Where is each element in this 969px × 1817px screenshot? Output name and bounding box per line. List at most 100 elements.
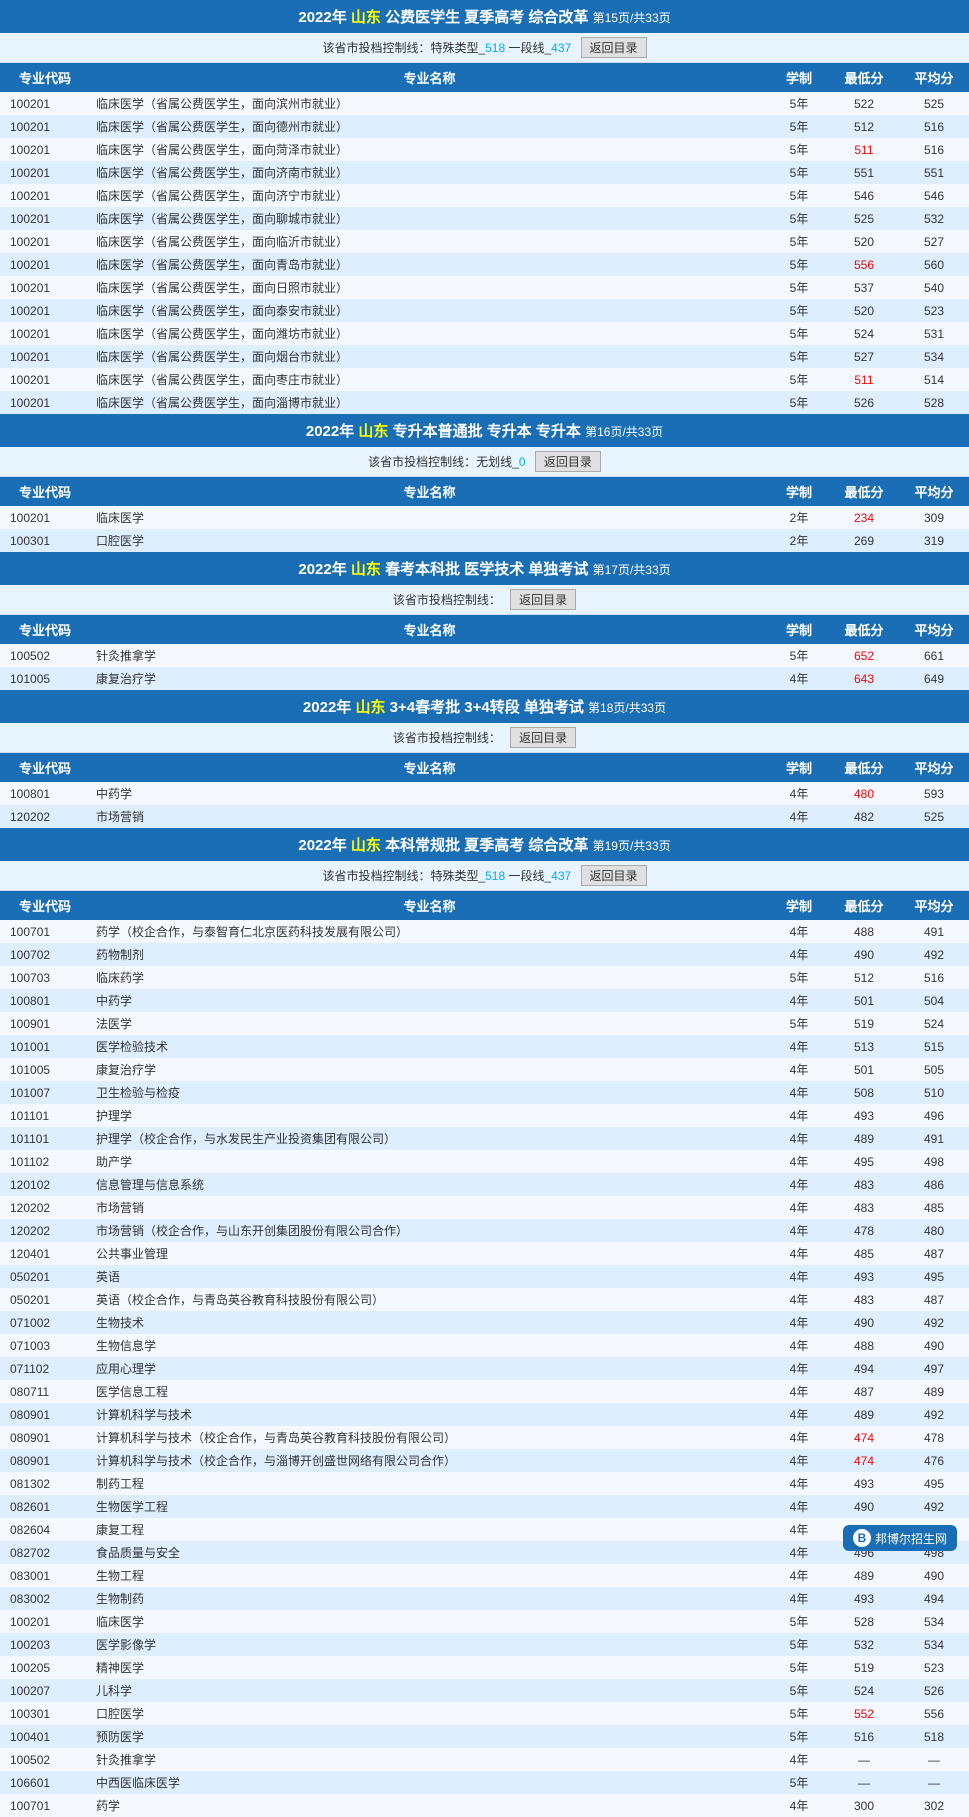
cell-min: 493 xyxy=(829,1587,899,1610)
back-button-17[interactable]: 返回目录 xyxy=(510,589,576,610)
cell-name: 药学 xyxy=(90,1794,769,1817)
section-15-province: 山东 xyxy=(351,9,381,26)
table-row: 100201临床医学2年234309 xyxy=(0,506,969,529)
cell-year: 4年 xyxy=(769,1541,829,1564)
cell-code: 101005 xyxy=(0,1058,90,1081)
cell-min: 483 xyxy=(829,1288,899,1311)
cell-min: 511 xyxy=(829,368,899,391)
th-avg: 平均分 xyxy=(899,63,969,92)
cell-name: 卫生检验与检疫 xyxy=(90,1081,769,1104)
table-row: 100703临床药学5年512516 xyxy=(0,966,969,989)
section-15-page: 第15页/共33页 xyxy=(593,11,671,25)
cell-min: 537 xyxy=(829,276,899,299)
cell-code: 120202 xyxy=(0,1196,90,1219)
cell-avg: 497 xyxy=(899,1357,969,1380)
cell-code: 100701 xyxy=(0,920,90,943)
cell-min: 501 xyxy=(829,989,899,1012)
cell-avg: 494 xyxy=(899,1587,969,1610)
table-row: 101101护理学（校企合作，与水发民生产业投资集团有限公司）4年489491 xyxy=(0,1127,969,1150)
table-row: 100301口腔医学5年552556 xyxy=(0,1702,969,1725)
th-code: 专业代码 xyxy=(0,753,90,782)
cell-min: 511 xyxy=(829,138,899,161)
back-button-19[interactable]: 返回目录 xyxy=(581,865,647,886)
table-row: 071002生物技术4年490492 xyxy=(0,1311,969,1334)
cell-min: 520 xyxy=(829,230,899,253)
back-button-18[interactable]: 返回目录 xyxy=(510,727,576,748)
cell-code: 100201 xyxy=(0,184,90,207)
cell-name: 临床医学（省属公费医学生，面向济宁市就业） xyxy=(90,184,769,207)
cell-code: 100201 xyxy=(0,391,90,414)
cell-name: 市场营销 xyxy=(90,1196,769,1219)
cell-name: 中药学 xyxy=(90,989,769,1012)
cell-min: 556 xyxy=(829,253,899,276)
cell-name: 药学（校企合作，与泰智育仁北京医药科技发展有限公司） xyxy=(90,920,769,943)
cell-avg: 302 xyxy=(899,1794,969,1817)
cell-year: 4年 xyxy=(769,1472,829,1495)
cell-code: 100201 xyxy=(0,276,90,299)
cell-min: 474 xyxy=(829,1426,899,1449)
cell-min: 269 xyxy=(829,529,899,552)
cell-name: 应用心理学 xyxy=(90,1357,769,1380)
cell-name: 法医学 xyxy=(90,1012,769,1035)
cell-year: 5年 xyxy=(769,644,829,667)
section-19-province: 山东 xyxy=(351,837,381,854)
cell-avg: 492 xyxy=(899,943,969,966)
cell-avg: 486 xyxy=(899,1173,969,1196)
cell-avg: 516 xyxy=(899,115,969,138)
cell-year: 4年 xyxy=(769,1219,829,1242)
cell-name: 口腔医学 xyxy=(90,1702,769,1725)
th-year: 学制 xyxy=(769,615,829,644)
table-row: 050201英语（校企合作，与青岛英谷教育科技股份有限公司）4年483487 xyxy=(0,1288,969,1311)
cell-avg: 485 xyxy=(899,1196,969,1219)
cell-min: 546 xyxy=(829,184,899,207)
cell-min: 513 xyxy=(829,1035,899,1058)
cell-year: 4年 xyxy=(769,1150,829,1173)
cell-year: 4年 xyxy=(769,1265,829,1288)
cell-code: 100201 xyxy=(0,207,90,230)
cell-year: 5年 xyxy=(769,1725,829,1748)
cell-avg: 309 xyxy=(899,506,969,529)
cell-avg: 490 xyxy=(899,1334,969,1357)
table-18: 专业代码 专业名称 学制 最低分 平均分 100801中药学4年48059312… xyxy=(0,753,969,828)
cell-avg: 531 xyxy=(899,322,969,345)
section-16-province: 山东 xyxy=(358,423,388,440)
cell-code: 100201 xyxy=(0,161,90,184)
cell-min: 474 xyxy=(829,1449,899,1472)
table-row: 100201临床医学（省属公费医学生，面向潍坊市就业）5年524531 xyxy=(0,322,969,345)
cell-avg: 487 xyxy=(899,1288,969,1311)
table-row: 101001医学检验技术4年513515 xyxy=(0,1035,969,1058)
cell-code: 101001 xyxy=(0,1035,90,1058)
back-button-16[interactable]: 返回目录 xyxy=(535,451,601,472)
cell-min: 519 xyxy=(829,1656,899,1679)
table-row: 100801中药学4年501504 xyxy=(0,989,969,1012)
cell-year: 2年 xyxy=(769,529,829,552)
table-row: 100201临床医学（省属公费医学生，面向烟台市就业）5年527534 xyxy=(0,345,969,368)
back-button-15[interactable]: 返回目录 xyxy=(581,37,647,58)
section-18: 2022年 山东 3+4春考批 3+4转段 单独考试 第18页/共33页 该省市… xyxy=(0,690,969,828)
table-row: 082604康复工程4年488491 xyxy=(0,1518,969,1541)
table-row: 083001生物工程4年489490 xyxy=(0,1564,969,1587)
cell-code: 100502 xyxy=(0,644,90,667)
cell-year: 4年 xyxy=(769,1357,829,1380)
table-row: 100701药学4年300302 xyxy=(0,1794,969,1817)
cell-min: 495 xyxy=(829,1150,899,1173)
cell-code: 101101 xyxy=(0,1127,90,1150)
cell-min: 493 xyxy=(829,1472,899,1495)
cell-code: 101102 xyxy=(0,1150,90,1173)
cell-avg: 515 xyxy=(899,1035,969,1058)
cell-avg: 492 xyxy=(899,1403,969,1426)
cell-code: 100201 xyxy=(0,506,90,529)
table-row: 120102信息管理与信息系统4年483486 xyxy=(0,1173,969,1196)
cell-code: 083001 xyxy=(0,1564,90,1587)
cell-avg: 491 xyxy=(899,920,969,943)
cell-code: 100502 xyxy=(0,1748,90,1771)
cell-code: 100205 xyxy=(0,1656,90,1679)
cell-avg: 489 xyxy=(899,1380,969,1403)
cell-avg: 525 xyxy=(899,805,969,828)
cell-min: 524 xyxy=(829,322,899,345)
section-17-control: 该省市投档控制线： 返回目录 xyxy=(0,585,969,615)
cell-code: 080711 xyxy=(0,1380,90,1403)
cell-year: 5年 xyxy=(769,1679,829,1702)
cell-min: 493 xyxy=(829,1104,899,1127)
cell-code: 100701 xyxy=(0,1794,90,1817)
